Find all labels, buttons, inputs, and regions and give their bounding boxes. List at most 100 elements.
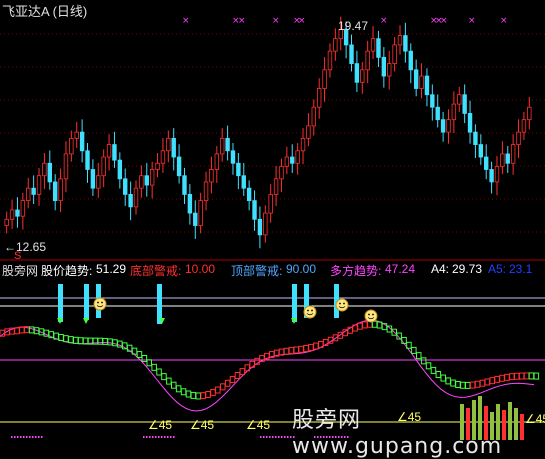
legend-label-a4: A4: (431, 262, 450, 276)
candle-body (430, 94, 435, 108)
smiley-icon (364, 309, 378, 323)
baseline-dot (263, 436, 265, 438)
candle-body (106, 144, 112, 158)
signal-s-marker: S (14, 250, 22, 262)
candle-body (381, 56, 387, 77)
candle-body (467, 113, 473, 133)
candle-body (117, 159, 123, 180)
candle-body (322, 69, 327, 89)
ladder-step (298, 345, 304, 353)
ladder-step (166, 377, 172, 385)
candle-body (42, 162, 47, 177)
baseline-dot (17, 436, 19, 438)
ladder-step (499, 374, 505, 382)
smiley-icon (303, 305, 317, 319)
ladder-step (484, 378, 491, 386)
trend-line (0, 319, 535, 412)
ladder-step (469, 381, 476, 389)
candle-body (123, 178, 128, 195)
ladder-step (195, 392, 201, 400)
baseline-dot (152, 436, 154, 438)
candle-body (69, 137, 74, 155)
baseline-dot (272, 436, 274, 438)
candle-body (26, 187, 31, 202)
candle-body (440, 119, 446, 133)
baseline-dot (146, 436, 148, 438)
ladder-step (288, 347, 295, 355)
candle-body (198, 200, 203, 226)
ladder-step (63, 335, 69, 343)
ladder-step (514, 372, 520, 380)
candle-body (225, 137, 230, 152)
baseline-dot (26, 436, 28, 438)
candle-body (457, 94, 462, 105)
ladder-step (77, 337, 84, 345)
candle-body (74, 131, 79, 139)
candle-body (4, 218, 9, 226)
baseline-dot (173, 436, 175, 438)
candle-body (284, 156, 290, 167)
ladder-step (171, 381, 177, 389)
candle-body (155, 162, 160, 170)
ladder-step (528, 372, 535, 380)
legend-label-top: 顶部警戒: (231, 264, 283, 278)
candle-body (333, 38, 338, 52)
highlight-bar (84, 284, 89, 320)
baseline-dot (275, 436, 277, 438)
candle-body (489, 169, 494, 183)
candle-body (370, 38, 376, 52)
candle-body (365, 50, 370, 71)
candle-body (446, 119, 451, 133)
candle-body (349, 44, 354, 65)
legend-value-a5: 23.1 (509, 262, 533, 276)
ladder-step (494, 375, 500, 383)
signal-x-mark: × (500, 16, 508, 26)
price-low-label: ←12.65 (4, 240, 47, 254)
candle-body (133, 187, 139, 208)
candle-body (79, 131, 85, 152)
highlight-bar (292, 284, 297, 322)
baseline-dot (41, 436, 43, 438)
candle-body (9, 209, 15, 220)
candle-body (149, 169, 155, 186)
ladder-step (102, 337, 108, 345)
baseline-dot (35, 436, 37, 438)
candle-body (20, 200, 26, 217)
candle-body (392, 44, 397, 65)
candle-body (516, 131, 521, 145)
legend-value-top: 90.00 (286, 262, 317, 276)
candle-body (187, 193, 193, 214)
legend-label-trend: 股价趋势: (41, 264, 93, 278)
ladder-step (210, 389, 216, 397)
ladder-step (229, 375, 236, 383)
ladder-step (68, 336, 74, 344)
candle-body (257, 218, 263, 236)
ladder-step (479, 379, 486, 387)
smiley-eye (372, 313, 374, 316)
candle-body (268, 193, 273, 214)
candle-body (494, 165, 500, 183)
ladder-step (156, 368, 162, 376)
candle-body (484, 156, 489, 170)
ladder-step (401, 336, 407, 344)
angle-label: ∠45 (148, 418, 173, 432)
signal-x-mark: × (272, 16, 280, 26)
ladder-step (283, 347, 290, 355)
smiley-eye (307, 309, 309, 312)
signal-x-mark: × (238, 16, 246, 26)
ladder-step (180, 388, 187, 396)
candle-body (209, 169, 214, 183)
smiley-eye (311, 309, 313, 312)
signal-x-mark: × (298, 16, 306, 26)
candle-body (419, 75, 424, 89)
legend-value-bottom: 10.00 (185, 262, 216, 276)
smiley-eye (97, 301, 99, 304)
ladder-step (308, 343, 314, 351)
ladder-step (533, 372, 540, 380)
ladder-step (151, 363, 157, 371)
baseline-dot (11, 436, 13, 438)
ladder-step (14, 327, 20, 335)
baseline-dot (143, 436, 145, 438)
candle-body (241, 175, 246, 189)
candle-body (300, 137, 306, 152)
